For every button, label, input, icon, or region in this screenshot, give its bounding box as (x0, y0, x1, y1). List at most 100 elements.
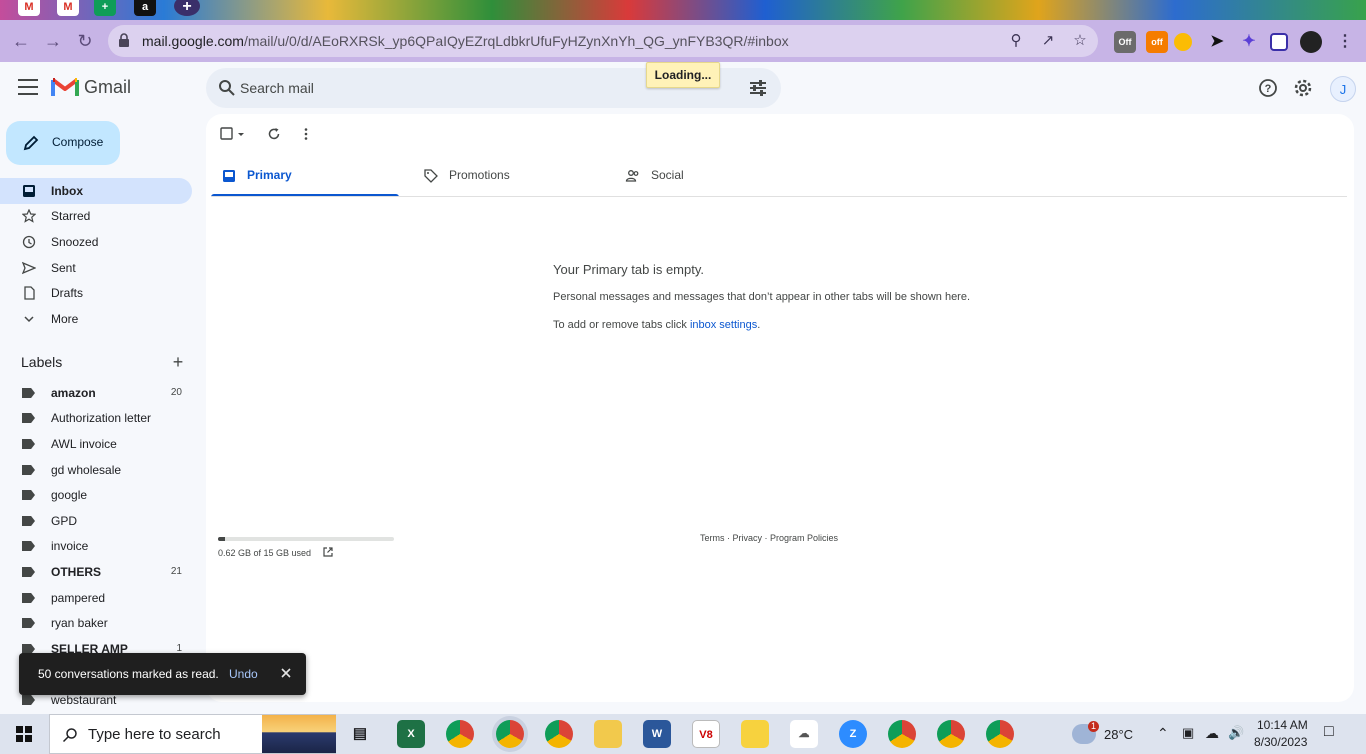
chrome-app-icon-3[interactable] (937, 720, 965, 748)
label-item-awl-invoice[interactable]: AWL invoice (0, 432, 192, 456)
meet-now-icon[interactable]: ▣ (1182, 725, 1194, 741)
label-name: amazon (51, 386, 96, 400)
chrome-app-icon-2[interactable] (888, 720, 916, 748)
app-name: Gmail (84, 77, 132, 97)
footer-links[interactable]: Terms · Privacy · Program Policies (700, 533, 838, 543)
label-item-others[interactable]: OTHERS 21 (0, 560, 192, 584)
storage-usage-bar (218, 537, 394, 541)
label-item-ryan-baker[interactable]: ryan baker (0, 611, 192, 635)
tab-label: Social (651, 168, 684, 182)
label-name: invoice (51, 539, 89, 553)
chrome-app-icon[interactable] (446, 720, 474, 748)
browser-toolbar: ← → ↻ mail.google.com/mail/u/0/d/AEoRXRS… (0, 20, 1366, 62)
label-item-pampered[interactable]: pampered (0, 586, 192, 610)
search-icon[interactable] (218, 79, 236, 97)
refresh-icon[interactable] (266, 126, 282, 142)
gmail-tab-icon-2[interactable]: M (57, 0, 79, 16)
cursor-extension-icon[interactable]: ➤ (1206, 31, 1228, 53)
tab-label: Promotions (449, 168, 510, 182)
bookmark-star-icon[interactable]: ☆ (1070, 31, 1090, 51)
nav-item-inbox[interactable]: Inbox (0, 178, 192, 204)
label-tag-icon (22, 695, 35, 705)
label-item-invoice[interactable]: invoice (0, 534, 192, 558)
open-external-icon[interactable] (322, 546, 334, 558)
loading-indicator: Loading... (646, 62, 720, 88)
main-menu-icon[interactable] (18, 79, 38, 95)
taskbar-search-input[interactable]: Type here to search (88, 726, 221, 743)
nav-item-sent[interactable]: Sent (0, 255, 192, 281)
search-options-icon[interactable] (748, 78, 768, 98)
account-avatar[interactable]: J (1330, 76, 1356, 102)
undo-button[interactable]: Undo (229, 667, 258, 681)
address-bar[interactable]: mail.google.com/mail/u/0/d/AEoRXRSk_yp6Q… (108, 25, 1098, 57)
side-panel-icon[interactable] (1270, 33, 1288, 51)
add-label-icon[interactable]: + (170, 352, 186, 373)
nav-item-more[interactable]: More (0, 306, 192, 332)
search-input[interactable]: Search mail (240, 80, 314, 96)
nav-label: Drafts (51, 286, 84, 300)
volume-icon[interactable]: 🔊 (1228, 725, 1244, 741)
chevron-up-icon[interactable]: ⌃ (1157, 725, 1169, 742)
select-checkbox-icon[interactable] (219, 126, 235, 142)
nav-item-starred[interactable]: Starred (0, 203, 192, 229)
label-tag-icon (22, 465, 35, 475)
tab-promotions[interactable]: Promotions (413, 154, 601, 197)
label-item-google[interactable]: google (0, 483, 192, 507)
nav-item-drafts[interactable]: Drafts (0, 280, 192, 306)
new-tab-icon[interactable]: + (174, 0, 200, 16)
onedrive-cloud-icon[interactable]: ☁ (1205, 725, 1219, 742)
compose-label: Compose (52, 135, 104, 149)
close-icon[interactable] (278, 665, 294, 681)
word-app-icon[interactable]: W (643, 720, 671, 748)
notification-icon[interactable]: □ (1324, 723, 1334, 741)
puzzle-icon[interactable]: ✦ (1238, 31, 1260, 53)
snip-app-icon[interactable]: ☁ (790, 720, 818, 748)
extension-off-icon[interactable]: Off (1114, 31, 1136, 53)
extension-off-icon-2[interactable]: off (1146, 31, 1168, 53)
nav-item-snoozed[interactable]: Snoozed (0, 229, 192, 255)
vs-app-icon[interactable]: V8 (692, 720, 720, 748)
clock-icon (22, 235, 36, 249)
gmail-header: Gmail Search mail Loading... ? J (0, 62, 1366, 114)
label-item-amazon[interactable]: amazon 20 (0, 381, 192, 405)
excel-app-icon[interactable]: X (397, 720, 425, 748)
more-options-icon[interactable] (298, 126, 314, 142)
label-name: ryan baker (51, 616, 108, 630)
help-icon[interactable]: ? (1258, 78, 1278, 98)
clock-date[interactable]: 8/30/2023 (1254, 735, 1307, 749)
compose-button[interactable]: Compose (6, 121, 120, 165)
zoom-app-icon[interactable]: Z (839, 720, 867, 748)
back-icon[interactable]: ← (8, 28, 34, 54)
amazon-tab-icon[interactable]: a (134, 0, 156, 16)
menu-dots-icon[interactable]: ⋮ (1334, 31, 1356, 53)
sticky-notes-icon[interactable] (741, 720, 769, 748)
task-view-icon[interactable]: ▤ (346, 720, 374, 748)
reload-icon[interactable]: ↻ (72, 28, 98, 54)
label-item-gd-wholesale[interactable]: gd wholesale (0, 458, 192, 482)
clock-time[interactable]: 10:14 AM (1257, 718, 1308, 732)
taskbar-search[interactable]: Type here to search (49, 714, 336, 754)
share-icon[interactable]: ↗ (1038, 31, 1058, 51)
tab-social[interactable]: Social (615, 154, 803, 197)
forward-icon[interactable]: → (40, 28, 66, 54)
tab-primary[interactable]: Primary (211, 154, 399, 197)
chrome-app-icon-4[interactable] (986, 720, 1014, 748)
label-item-authorization-letter[interactable]: Authorization letter (0, 406, 192, 430)
chrome-app-icon-active[interactable] (496, 720, 524, 748)
label-name: AWL invoice (51, 437, 117, 451)
windows-start-icon[interactable] (16, 726, 32, 742)
zoom-icon[interactable]: ⚲ (1006, 31, 1026, 51)
file-explorer-icon[interactable] (594, 720, 622, 748)
sheets-tab-icon[interactable]: + (94, 0, 116, 16)
label-tag-icon (22, 516, 35, 526)
label-item-gpd[interactable]: GPD (0, 509, 192, 533)
extension-circle-icon[interactable] (1174, 33, 1192, 51)
inbox-settings-link[interactable]: inbox settings (690, 319, 757, 331)
gmail-tab-icon[interactable]: M (18, 0, 40, 16)
select-dropdown-icon[interactable] (236, 126, 246, 142)
profile-icon[interactable] (1300, 31, 1322, 53)
weather-temperature[interactable]: 28°C (1104, 727, 1133, 742)
chrome-profile-icon[interactable] (545, 720, 573, 748)
settings-gear-icon[interactable] (1293, 78, 1313, 98)
tab-label: Primary (247, 168, 292, 182)
